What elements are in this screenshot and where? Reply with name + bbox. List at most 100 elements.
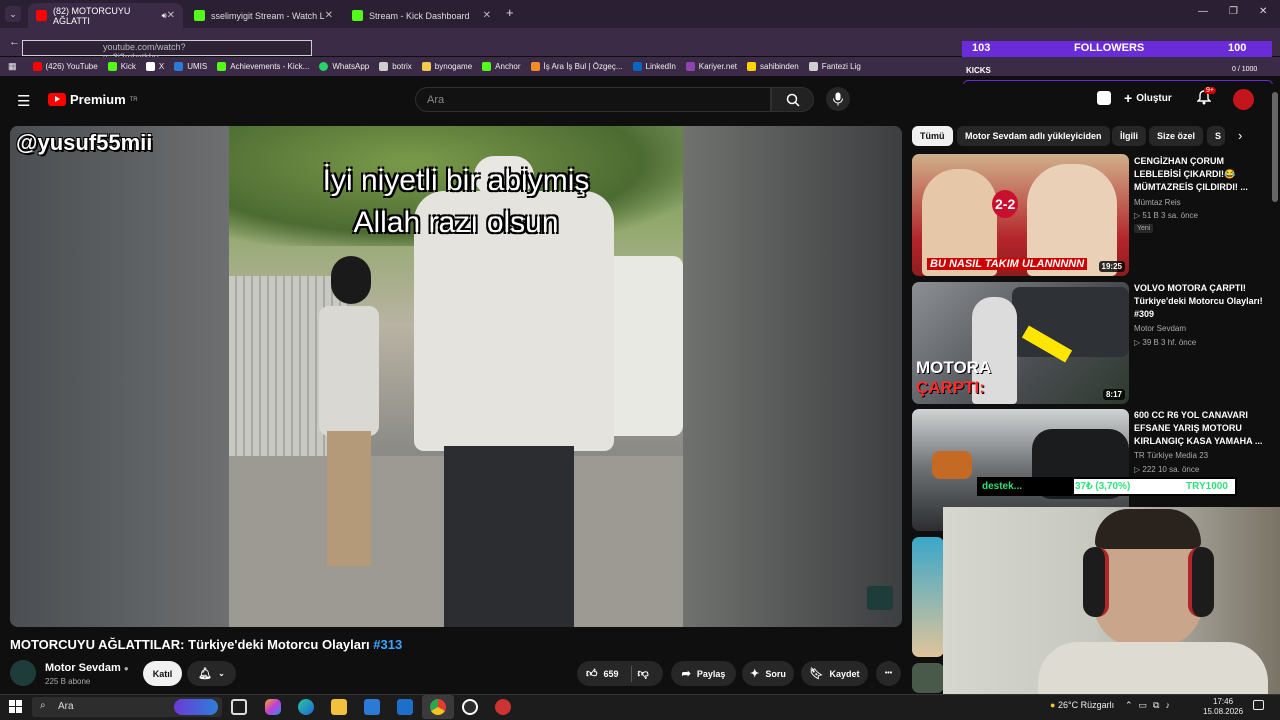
bookmark-kick[interactable]: Kick [107, 62, 136, 71]
bookmark-is-ara[interactable]: İş Ara İş Bul | Özgeç... [530, 62, 623, 71]
clock[interactable]: 17:46 15.08.2026 [1203, 697, 1243, 717]
headphones [1083, 547, 1109, 617]
bookmark-achievements[interactable]: Achievements - Kick... [217, 62, 309, 71]
recommendation-title[interactable]: CENGİZHAN ÇORUM LEBLEBİSİ ÇIKARDI!😂 MÜMT… [1134, 155, 1269, 194]
botrix-icon [379, 62, 389, 71]
join-button[interactable]: Katıl [143, 661, 182, 686]
recommendation-title[interactable]: VOLVO MOTORA ÇARPTI! Türkiye'deki Motorc… [1134, 282, 1269, 321]
channel-name[interactable]: Motor Sevdam ● [45, 662, 129, 674]
file-explorer-icon[interactable] [331, 699, 347, 715]
ask-button[interactable]: ✦ Soru [742, 661, 794, 686]
subscription-bell-button[interactable]: 🔔︎ ⌄ [187, 661, 236, 686]
task-view-icon[interactable] [231, 699, 247, 715]
new-tab-button[interactable]: + [506, 5, 514, 20]
youtube-logo[interactable]: Premium TR [48, 92, 138, 107]
back-icon[interactable]: ← [9, 36, 20, 48]
video-player[interactable]: İyi niyetli bir abiymiş Allah razı olsun… [10, 126, 902, 627]
headphones [1188, 547, 1214, 617]
edge-icon[interactable] [298, 699, 314, 715]
video-subtitle-line1: İyi niyetli bir abiymiş [322, 164, 590, 197]
close-tab-icon[interactable]: ✕ [483, 10, 491, 21]
store-icon[interactable] [364, 699, 380, 715]
gemini-icon[interactable] [1097, 91, 1111, 105]
chevron-right-icon[interactable]: › [1238, 128, 1242, 143]
tab-kick-dashboard[interactable]: Stream - Kick Dashboard ✕ [344, 3, 499, 28]
recommendation-channel[interactable]: Mümtaz Reis [1134, 198, 1181, 207]
video-title-hashtag[interactable]: #313 [373, 637, 402, 652]
bookmark-sahibinden[interactable]: sahibinden [747, 62, 799, 71]
verified-icon: ● [123, 664, 129, 673]
tab-kick-stream[interactable]: sselimyigit Stream - Watch Live ✕ [186, 3, 341, 28]
close-tab-icon[interactable]: ✕ [167, 10, 175, 21]
apps-grid-icon[interactable]: ▦ [8, 61, 17, 72]
sidebar-scrollbar[interactable] [1272, 92, 1278, 202]
job-icon [530, 62, 540, 71]
copilot-icon[interactable] [265, 699, 281, 715]
weather-text[interactable]: 26°C Rüzgarlı [1058, 700, 1114, 710]
search-button[interactable] [771, 87, 814, 112]
share-button[interactable]: ➦ Paylaş [671, 661, 736, 686]
recommendation-thumbnail[interactable] [912, 663, 944, 693]
chip-related[interactable]: İlgili [1112, 126, 1146, 146]
chip-from-uploader[interactable]: Motor Sevdam adlı yükleyiciden [957, 126, 1110, 146]
recommendation-thumbnail[interactable]: MOTORA ÇARPTI: 8:17 [912, 282, 1129, 404]
chevron-down-icon: ⌄ [218, 669, 225, 678]
close-window-icon[interactable]: ✕ [1259, 6, 1267, 17]
bookmark-anchor[interactable]: Anchor [482, 62, 521, 71]
bookmark-label: LinkedIn [645, 62, 676, 71]
recommendation-title[interactable]: 600 CC R6 YOL CANAVARI EFSANE YARIŞ MOTO… [1134, 409, 1269, 448]
taskbar-search[interactable]: ⌕ Ara [32, 697, 222, 717]
tray-icons[interactable]: ⌃▭⧉♪ [1125, 700, 1176, 711]
voice-search-button[interactable] [826, 87, 850, 111]
obs-icon[interactable] [462, 699, 478, 715]
recommendation-channel[interactable]: Motor Sevdam [1134, 324, 1186, 333]
donation-goal-bar: destek... 37₺ (3,70%) TRY1000 [977, 477, 1237, 496]
bookmark-youtube[interactable]: (426) YouTube [32, 62, 98, 71]
bookmark-umis[interactable]: UMIS [174, 62, 207, 71]
bookmark-botrix[interactable]: botrix [379, 62, 412, 71]
bookmark-label: WhatsApp [332, 62, 370, 71]
bookmark-x[interactable]: X [145, 62, 164, 71]
bookmark-kariyer[interactable]: Kariyer.net [685, 62, 738, 71]
more-actions-button[interactable]: ••• [876, 661, 901, 686]
close-tab-icon[interactable]: ✕ [325, 10, 333, 21]
notification-center-icon[interactable] [1253, 700, 1264, 710]
recommendation-thumbnail[interactable]: 2-2 BU NASIL TAKIM ULANNNNN 19:25 [912, 154, 1129, 276]
recommendation-thumbnail[interactable] [912, 537, 944, 657]
search-input[interactable]: Ara [415, 87, 771, 112]
bookmark-bynogame[interactable]: bynogame [421, 62, 472, 71]
windows-start-icon[interactable] [9, 700, 22, 713]
notifications-button[interactable]: 9+ [1196, 87, 1216, 108]
channel-avatar[interactable] [10, 660, 36, 686]
tab-youtube[interactable]: (82) MOTORCUYU AĞLATTI 🔊︎ ✕ [28, 3, 183, 28]
kick-favicon-icon [194, 10, 205, 21]
minimize-icon[interactable]: — [1198, 6, 1208, 17]
video-duration: 8:17 [1102, 389, 1125, 400]
chip-all[interactable]: Tümü [912, 126, 953, 146]
thumbnail-caption-2: ÇARPTI: [916, 378, 985, 397]
bookmark-whatsapp[interactable]: WhatsApp [319, 62, 369, 71]
chip-more[interactable]: S [1207, 126, 1225, 146]
like-button[interactable]: 👍︎ 659 [586, 667, 619, 680]
bookmark-linkedin[interactable]: LinkedIn [632, 62, 676, 71]
app-icon[interactable] [495, 699, 511, 715]
video-frame: İyi niyetli bir abiymiş Allah razı olsun [229, 126, 683, 627]
restore-icon[interactable]: ❐ [1229, 6, 1238, 17]
tab-search-button[interactable]: ⌄ [5, 6, 21, 22]
followers-goal-bar: 103 FOLLOWERS 100 [962, 41, 1272, 57]
save-button[interactable]: 🔖︎ Kaydet [801, 661, 868, 686]
clock-date: 15.08.2026 [1203, 707, 1244, 716]
chrome-icon[interactable] [430, 699, 446, 715]
account-avatar[interactable] [1233, 89, 1254, 110]
create-button[interactable]: + Oluştur [1124, 90, 1172, 106]
recommendation-channel[interactable]: TR Türkiye Media 23 [1134, 451, 1208, 460]
menu-icon[interactable]: ☰ [17, 92, 30, 110]
bookmark-label: Kariyer.net [698, 62, 738, 71]
followers-label: FOLLOWERS [1074, 42, 1145, 54]
dislike-button[interactable]: 👎︎ [638, 667, 649, 680]
rider-person [309, 256, 389, 566]
outlook-icon[interactable] [397, 699, 413, 715]
chip-for-you[interactable]: Size özel [1149, 126, 1204, 146]
address-bar[interactable]: youtube.com/watch?v=3i2mhvtkhe [22, 40, 312, 62]
bookmark-fantezi-lig[interactable]: Fantezi Lig [808, 62, 861, 71]
